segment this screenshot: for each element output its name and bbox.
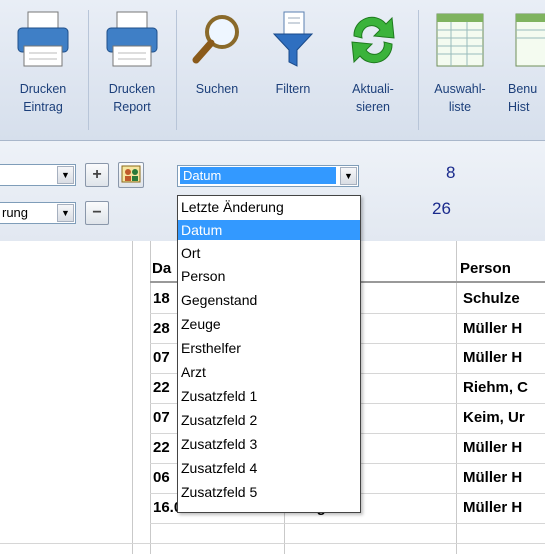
selection-list-button[interactable]: Auswahl- liste: [420, 0, 500, 135]
filter-button[interactable]: Filtern: [258, 0, 328, 135]
print-entry-button[interactable]: Drucken Eintrag: [0, 0, 86, 135]
row-divider: [150, 523, 545, 524]
row-date: 22: [153, 379, 170, 396]
refresh-icon: [351, 16, 395, 64]
dropdown-option-first-aider[interactable]: Ersthelfer: [178, 338, 360, 358]
chevron-down-icon[interactable]: ▼: [340, 167, 357, 185]
dropdown-option-extra-4[interactable]: Zusatzfeld 4: [178, 458, 360, 478]
grid-bottom-line: [0, 543, 545, 544]
funnel-icon: [272, 11, 314, 67]
field-combo-2[interactable]: rung ▼: [0, 202, 76, 224]
sort-combo-value: Datum: [180, 167, 336, 184]
printer-icon: [106, 11, 158, 67]
refresh-button[interactable]: Aktuali- sieren: [330, 0, 416, 135]
dropdown-option-last-change[interactable]: Letzte Änderung: [178, 197, 360, 217]
row-date: 22: [153, 439, 170, 456]
dropdown-option-witness[interactable]: Zeuge: [178, 314, 360, 334]
print-report-label: Drucken Report: [108, 82, 156, 114]
row-date: 18: [153, 290, 170, 307]
row-person: Müller H: [463, 320, 523, 337]
search-button[interactable]: Suchen: [178, 0, 256, 135]
user-history-label: Benu Hist: [508, 82, 538, 114]
search-label: Suchen: [195, 82, 239, 96]
dropdown-option-extra-1[interactable]: Zusatzfeld 1: [178, 386, 360, 406]
dropdown-option-person[interactable]: Person: [178, 266, 360, 286]
plus-icon: +: [92, 166, 102, 183]
row-person: Müller H: [463, 439, 523, 456]
row-person: Keim, Ur: [463, 409, 525, 426]
dropdown-option-object[interactable]: Gegenstand: [178, 290, 360, 310]
table-icon: [436, 13, 484, 67]
chevron-down-icon[interactable]: ▼: [57, 204, 74, 222]
grid-divider: [456, 241, 457, 554]
user-history-button[interactable]: Benu Hist: [502, 0, 545, 135]
table-icon: [515, 13, 545, 67]
row-person: Müller H: [463, 349, 523, 366]
filter-label: Filtern: [275, 82, 311, 96]
record-count-top: 8: [446, 163, 456, 182]
people-filter-button[interactable]: [118, 162, 144, 188]
dropdown-option-extra-2[interactable]: Zusatzfeld 2: [178, 410, 360, 430]
ribbon-separator: [88, 10, 89, 130]
dropdown-option-extra-5[interactable]: Zusatzfeld 5: [178, 482, 360, 502]
row-person: Schulze: [463, 290, 520, 307]
dropdown-option-date[interactable]: Datum: [178, 220, 360, 240]
print-entry-label: Drucken Eintrag: [19, 82, 67, 114]
selection-list-label: Auswahl- liste: [434, 82, 486, 114]
row-person: Riehm, C: [463, 379, 529, 396]
dropdown-option-extra-3[interactable]: Zusatzfeld 3: [178, 434, 360, 454]
column-header-date[interactable]: Da: [152, 259, 171, 279]
row-date: 06: [153, 469, 170, 486]
ribbon-toolbar: Drucken Eintrag Drucken Report Suchen Fi…: [0, 0, 545, 141]
row-person: Müller H: [463, 469, 523, 486]
row-date: 07: [153, 409, 170, 426]
remove-condition-button[interactable]: −: [85, 201, 109, 225]
row-date: 07: [153, 349, 170, 366]
dropdown-option-doctor[interactable]: Arzt: [178, 362, 360, 382]
record-count-bottom: 26: [432, 199, 451, 218]
minus-icon: −: [92, 204, 102, 221]
field-combo-1[interactable]: ▼: [0, 164, 76, 186]
printer-icon: [17, 11, 69, 67]
row-date: 28: [153, 320, 170, 337]
grid-divider: [150, 241, 151, 554]
ribbon-separator: [418, 10, 419, 130]
magnifier-icon: [192, 15, 239, 64]
sort-combo[interactable]: Datum ▼: [177, 165, 359, 187]
refresh-label: Aktuali- sieren: [352, 82, 394, 114]
grid-divider: [132, 241, 133, 554]
add-condition-button[interactable]: +: [85, 163, 109, 187]
column-header-person[interactable]: Person: [460, 259, 511, 279]
people-icon: [121, 165, 141, 183]
chevron-down-icon[interactable]: ▼: [57, 166, 74, 184]
row-person: Müller H: [463, 499, 523, 516]
field-combo-2-value: rung: [2, 205, 29, 220]
dropdown-option-place[interactable]: Ort: [178, 243, 360, 263]
sort-dropdown-list[interactable]: Letzte Änderung Datum Ort Person Gegenst…: [177, 195, 361, 513]
print-report-button[interactable]: Drucken Report: [90, 0, 174, 135]
ribbon-separator: [176, 10, 177, 130]
